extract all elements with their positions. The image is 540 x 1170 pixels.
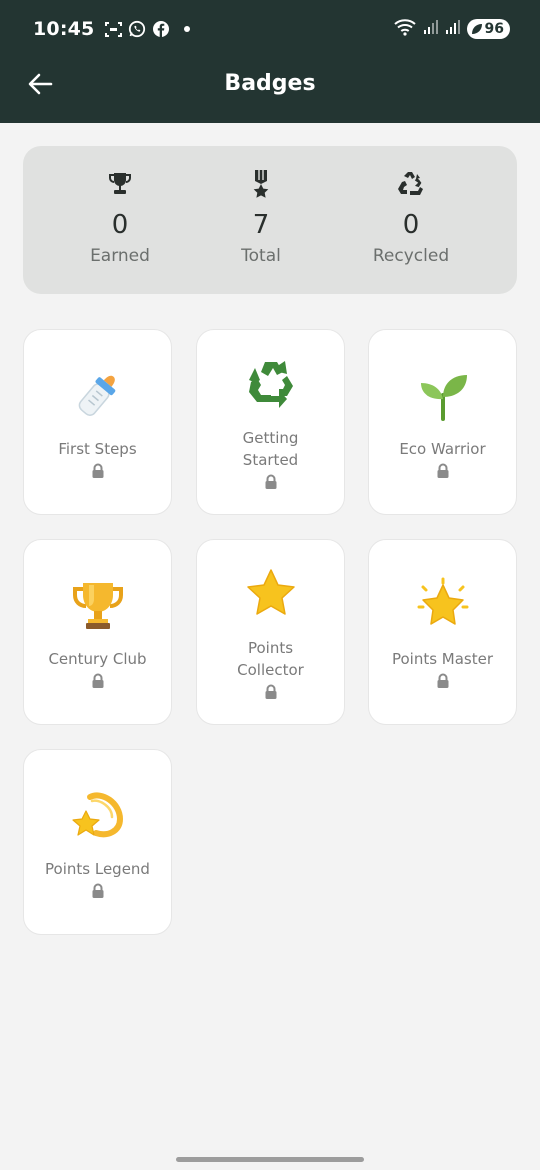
badge-card-points-master[interactable]: Points Master <box>368 539 517 725</box>
stats-card: 0 Earned 7 Total 0 Recycled <box>23 146 517 294</box>
badge-card-points-collector[interactable]: Points Collector <box>196 539 345 725</box>
badge-card-century-club[interactable]: Century Club <box>23 539 172 725</box>
badge-name: Century Club <box>48 649 147 668</box>
lock-icon <box>92 673 103 688</box>
stat-recycled: 0 Recycled <box>341 168 481 266</box>
trophy-icon <box>50 168 190 200</box>
recycle-symbol-icon <box>242 355 300 413</box>
status-bar: 10:45 96 <box>0 0 540 58</box>
stat-earned-value: 0 <box>111 210 129 240</box>
star-icon <box>242 565 300 623</box>
medal-icon <box>191 168 331 200</box>
back-button[interactable] <box>24 68 56 100</box>
battery-level: 96 <box>484 21 504 37</box>
badge-card-getting-started[interactable]: Getting Started <box>196 329 345 515</box>
stat-earned: 0 Earned <box>50 168 190 266</box>
badge-name: Points Collector <box>237 638 304 679</box>
lock-icon <box>92 463 103 478</box>
badge-name: First Steps <box>58 439 137 458</box>
badge-name: Points Master <box>391 649 494 668</box>
trophy-icon <box>69 576 127 634</box>
stat-recycled-value: 0 <box>402 210 420 240</box>
whatsapp-icon <box>128 20 146 38</box>
stat-earned-label: Earned <box>90 246 150 266</box>
app-bar: 10:45 96 Badges <box>0 0 540 123</box>
notification-icons <box>104 20 191 38</box>
notification-dot <box>184 26 191 32</box>
seedling-icon <box>414 366 472 424</box>
battery-indicator: 96 <box>466 19 510 39</box>
badge-card-points-legend[interactable]: Points Legend <box>23 749 172 935</box>
lock-icon <box>437 673 448 688</box>
status-time: 10:45 <box>33 18 95 40</box>
baby-bottle-icon <box>69 366 127 424</box>
lock-icon <box>265 684 276 699</box>
arrow-left-icon <box>28 73 53 95</box>
lock-icon <box>265 474 276 489</box>
home-indicator[interactable] <box>176 1157 364 1162</box>
signal-icon-1 <box>423 19 439 39</box>
lock-icon <box>437 463 448 478</box>
stat-total-label: Total <box>241 246 281 266</box>
badge-name: Getting Started <box>242 428 299 469</box>
glowing-star-icon <box>414 576 472 634</box>
badge-card-eco-warrior[interactable]: Eco Warrior <box>368 329 517 515</box>
badge-name: Points Legend <box>45 859 150 878</box>
page-title: Badges <box>224 71 316 96</box>
signal-icon-2 <box>445 19 461 39</box>
recycle-icon <box>341 168 481 200</box>
stat-total: 7 Total <box>191 168 331 266</box>
facebook-icon <box>152 20 170 38</box>
lock-icon <box>92 883 103 898</box>
leaf-icon <box>471 24 482 34</box>
stat-total-value: 7 <box>252 210 270 240</box>
wifi-icon <box>393 18 417 40</box>
dizzy-icon <box>69 786 127 844</box>
badge-card-first-steps[interactable]: First Steps <box>23 329 172 515</box>
scan-icon <box>104 20 122 38</box>
system-status-icons: 96 <box>393 18 510 40</box>
toolbar: Badges <box>0 58 540 123</box>
badge-name: Eco Warrior <box>399 439 486 458</box>
stat-recycled-label: Recycled <box>372 246 450 266</box>
